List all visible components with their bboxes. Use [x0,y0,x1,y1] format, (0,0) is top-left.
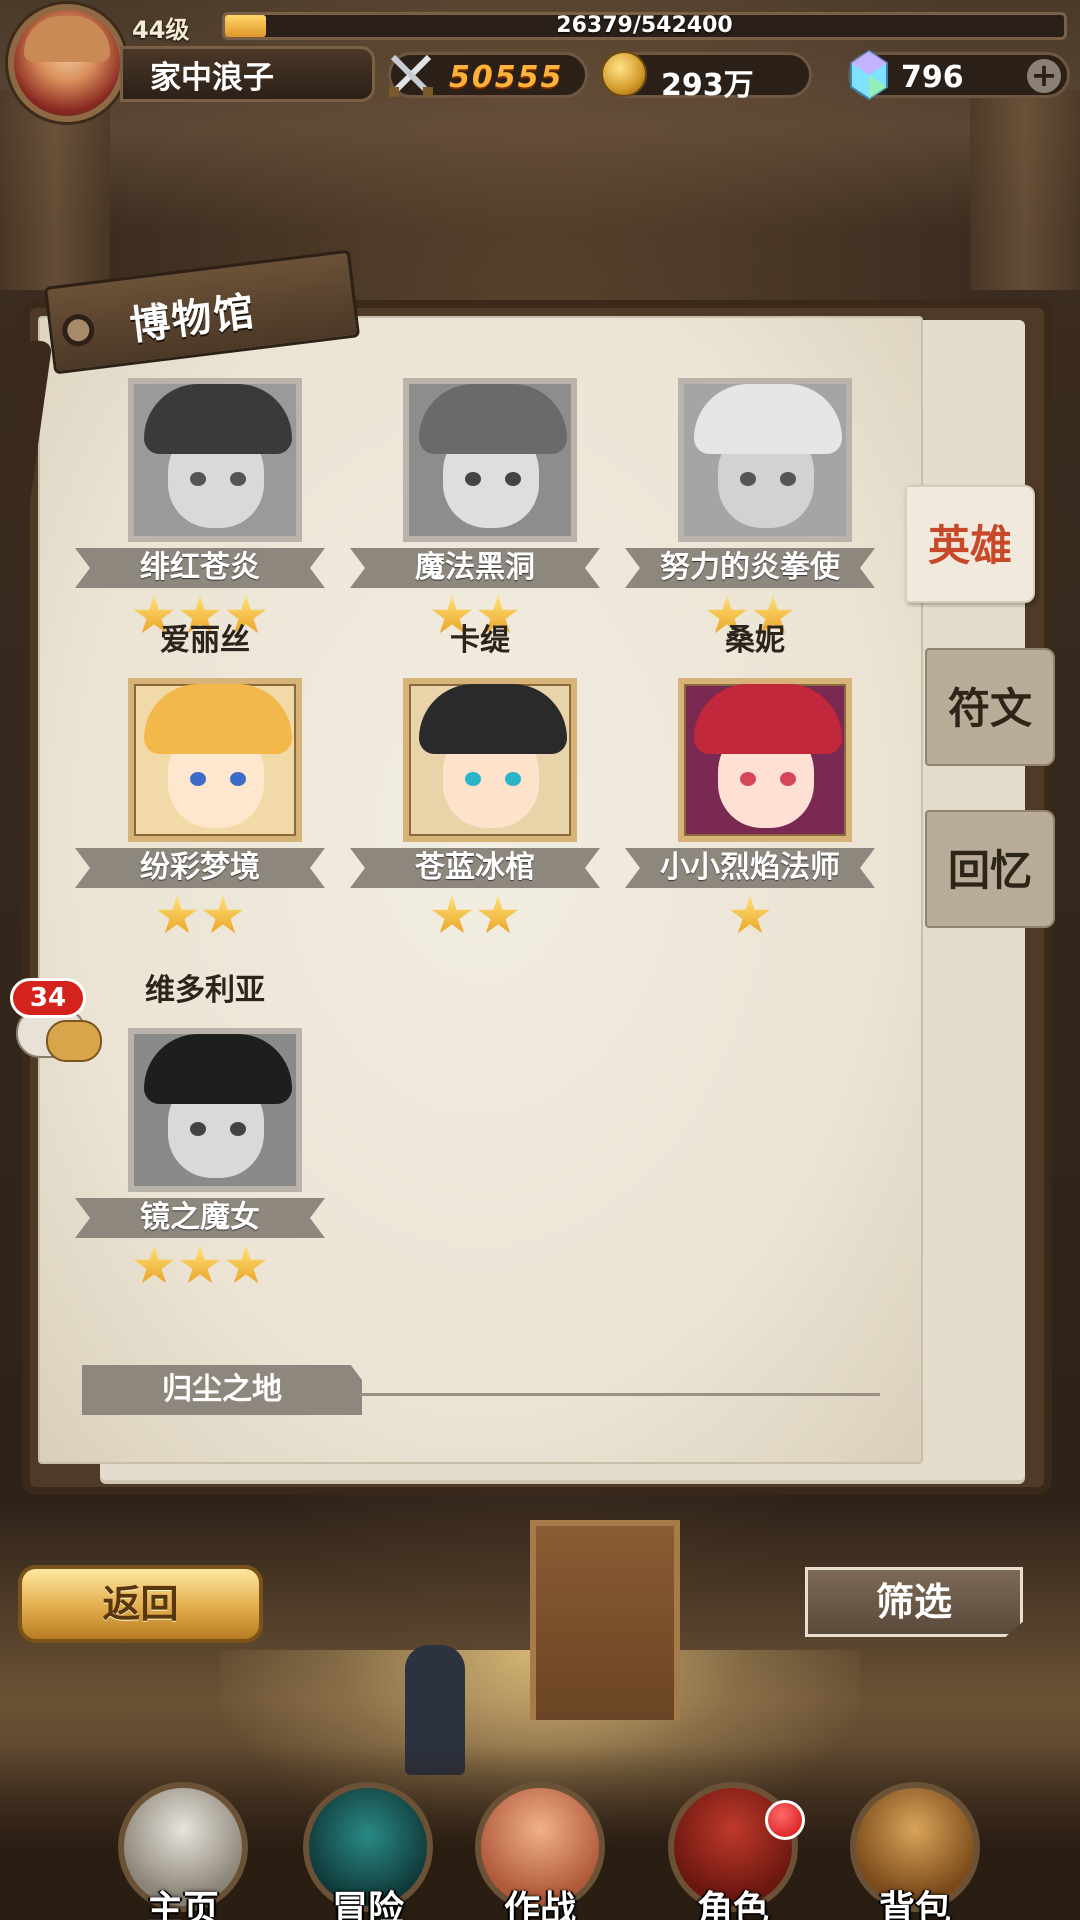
tab-heroes[interactable]: 英雄 [905,485,1035,603]
hero-title: 纷彩梦境 [140,850,260,885]
gold-value: 293万 [661,68,754,103]
hero-card[interactable]: 绯红苍炎 [75,360,335,640]
star-icon [156,895,198,934]
power-value: 50555 [449,60,564,95]
hero-title-ribbon: 小小烈焰法师 [625,848,875,888]
notification-dot [765,1800,805,1840]
tab-runes[interactable]: 符文 [925,648,1055,766]
hero-title-ribbon: 魔法黑洞 [350,548,600,588]
gold-coin-icon [601,51,647,97]
crystal-gem-icon [850,49,888,101]
xp-text: 26379/542400 [556,13,733,38]
nav-battle-label: 作战 [503,1889,576,1920]
chat-count-badge: 34 [10,978,86,1018]
hero-card[interactable]: 爱丽丝纷彩梦境 [75,623,335,941]
hero-portrait[interactable] [678,378,852,542]
back-button[interactable]: 返回 [18,1565,263,1643]
hero-portrait[interactable] [128,1028,302,1192]
section-divider [360,1393,880,1396]
hero-portrait[interactable] [128,378,302,542]
hero-title-ribbon: 努力的炎拳使 [625,548,875,588]
hero-stars [350,895,600,941]
pillar-right [970,90,1080,290]
nav-home[interactable]: 主页 [98,1760,268,1920]
tab-memories[interactable]: 回忆 [925,810,1055,928]
hero-title: 努力的炎拳使 [660,550,840,585]
star-icon [729,895,771,934]
hero-title: 镜之魔女 [140,1200,260,1235]
player-name: 家中浪子 [150,60,274,96]
star-icon [431,895,473,934]
hero-title-ribbon: 绯红苍炎 [75,548,325,588]
star-icon [477,895,519,934]
hero-title: 绯红苍炎 [140,550,260,585]
hero-card[interactable]: 魔法黑洞 [350,360,610,640]
nav-battle[interactable]: 作战 [455,1760,625,1920]
star-icon [133,1245,175,1284]
hero-stars [75,895,325,941]
hero-title-ribbon: 苍蓝冰棺 [350,848,600,888]
nav-bag[interactable]: 背包 [830,1760,1000,1920]
player-level: 44级 [132,16,190,44]
player-avatar[interactable] [8,4,126,122]
nav-adventure[interactable]: 冒险 [283,1760,453,1920]
tag-ring-icon [60,312,97,349]
nav-adventure-label: 冒险 [331,1889,404,1920]
hero-name: 维多利亚 [145,973,265,1008]
star-icon [179,1245,221,1284]
filter-button[interactable]: 筛选 [805,1567,1023,1637]
hero-title: 苍蓝冰棺 [415,850,535,885]
museum-title: 博物馆 [127,288,259,350]
hero-title: 小小烈焰法师 [660,850,840,885]
nav-character-label: 角色 [696,1889,769,1920]
section-label: 归尘之地 [82,1365,362,1415]
xp-bar: 26379/542400 [222,12,1067,40]
museum-door [530,1520,680,1720]
star-icon [225,1245,267,1284]
hero-portrait[interactable] [128,678,302,842]
nav-bag-label: 背包 [878,1889,951,1920]
hero-portrait[interactable] [403,678,577,842]
power-stat: 50555 [388,52,588,98]
hero-title-ribbon: 纷彩梦境 [75,848,325,888]
star-icon [202,895,244,934]
hero-name: 爱丽丝 [160,623,250,658]
gold-stat: 293万 [601,51,812,103]
hero-name: 桑妮 [725,623,785,658]
hero-title: 魔法黑洞 [415,550,535,585]
hero-stars [75,1245,325,1291]
gem-value: 796 [901,60,964,95]
add-gems-button[interactable]: + [1027,59,1061,93]
hero-card[interactable]: 卡缇苍蓝冰棺 [350,623,610,941]
hero-title-ribbon: 镜之魔女 [75,1198,325,1238]
nav-home-label: 主页 [146,1889,219,1920]
nav-character[interactable]: 角色 [648,1760,818,1920]
crossed-swords-icon [389,54,433,97]
hero-card[interactable]: 桑妮小小烈焰法师 [625,623,885,941]
hero-portrait[interactable] [403,378,577,542]
hero-portrait[interactable] [678,678,852,842]
hero-card[interactable]: 努力的炎拳使 [625,360,885,640]
hero-stars [625,895,875,941]
hero-name: 卡缇 [450,623,510,658]
top-bar: 44级 26379/542400 家中浪子 50555 293万 796 + [0,0,1080,122]
gem-stat: 796 + [848,49,1070,101]
hero-card[interactable]: 维多利亚镜之魔女 [75,973,335,1291]
